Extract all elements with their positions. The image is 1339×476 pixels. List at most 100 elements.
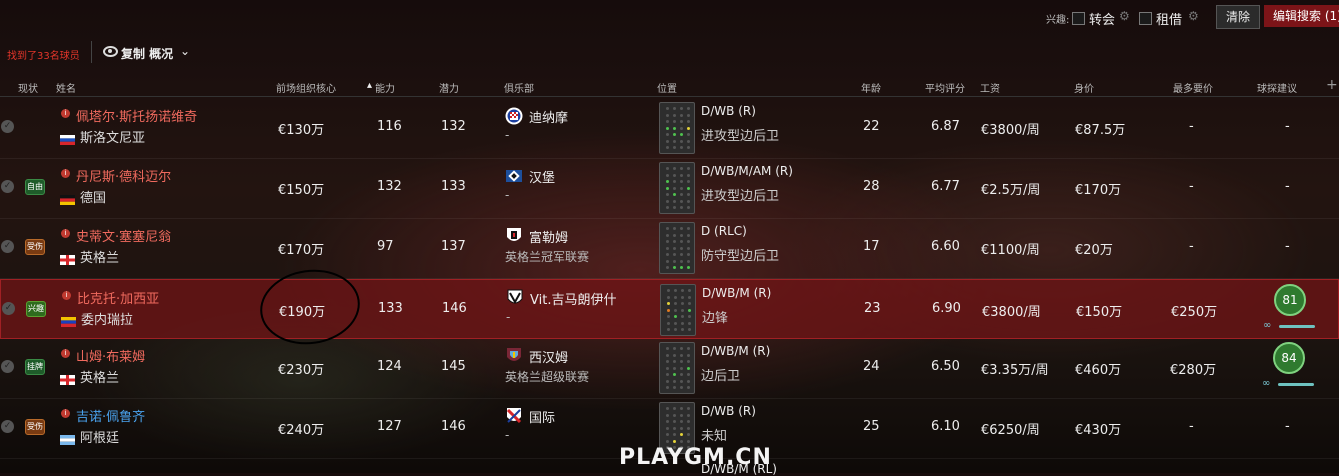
info-icon[interactable]: i bbox=[61, 349, 70, 358]
table-row[interactable]: ✓ i 佩塔尔·斯托扬诺维奇 斯洛文尼亚 €130万 116 132 迪纳摩 - D/WB (R)… bbox=[0, 98, 1339, 159]
player-name-link[interactable]: 佩塔尔·斯托扬诺维奇 bbox=[76, 106, 197, 125]
table-row[interactable]: ✓ 兴趣 i 比克托·加西亚 委内瑞拉 €190万 133 146 Vit.吉马朗伊什 - D/WB… bbox=[0, 279, 1339, 339]
position-dot bbox=[666, 120, 669, 123]
player-name-link[interactable]: 吉诺·佩鲁齐 bbox=[76, 406, 145, 425]
header-ability[interactable]: 能力 bbox=[375, 80, 395, 95]
player-name-link[interactable]: 史蒂文·塞塞尼翁 bbox=[76, 226, 171, 245]
club-name-link[interactable]: 富勒姆 bbox=[529, 227, 568, 246]
view-selector[interactable]: 复制 概况 bbox=[121, 45, 173, 62]
position-dot bbox=[680, 379, 683, 383]
position-dot bbox=[680, 439, 683, 443]
position-dot bbox=[673, 240, 676, 243]
table-row[interactable]: ✓ 受伤 i 史蒂文·塞塞尼翁 英格兰 €170万 97 137 富勒姆 英格兰冠军联赛 D (RL… bbox=[0, 218, 1339, 279]
header-status[interactable]: 现状 bbox=[18, 80, 38, 95]
nationality[interactable]: 委内瑞拉 bbox=[81, 309, 133, 328]
league-name[interactable]: 英格兰冠军联赛 bbox=[505, 248, 589, 265]
eye-icon[interactable] bbox=[103, 46, 118, 57]
header-position[interactable]: 位置 bbox=[657, 80, 677, 95]
header-asking-price[interactable]: 最多要价 bbox=[1173, 80, 1213, 95]
club-name-link[interactable]: Vit.吉马朗伊什 bbox=[530, 289, 616, 308]
nationality[interactable]: 德国 bbox=[80, 187, 106, 206]
check-icon[interactable]: ✓ bbox=[1, 360, 14, 373]
position-dot bbox=[687, 120, 690, 123]
gear-icon[interactable]: ⚙ bbox=[1119, 9, 1130, 23]
sort-asc-icon[interactable]: ▴ bbox=[367, 80, 372, 91]
rating-value: 6.90 bbox=[932, 301, 961, 316]
club-name-link[interactable]: 西汉姆 bbox=[529, 347, 568, 366]
header-club[interactable]: 俱乐部 bbox=[504, 80, 534, 95]
player-name-link[interactable]: 比克托·加西亚 bbox=[77, 288, 159, 307]
league-name[interactable]: - bbox=[505, 428, 509, 442]
header-scout-rec[interactable]: 球探建议 bbox=[1257, 80, 1297, 95]
league-name[interactable]: - bbox=[505, 188, 509, 202]
info-icon[interactable]: i bbox=[62, 291, 71, 300]
header-potential[interactable]: 潜力 bbox=[439, 80, 459, 95]
position-dot bbox=[674, 295, 677, 299]
nationality[interactable]: 斯洛文尼亚 bbox=[80, 127, 145, 146]
edit-search-button[interactable]: 编辑搜索 (1) bbox=[1264, 5, 1339, 27]
scout-rating-badge[interactable]: 81 bbox=[1274, 284, 1306, 316]
ability-value: 116 bbox=[377, 119, 402, 134]
position-dot bbox=[673, 206, 676, 209]
header-wage[interactable]: 工资 bbox=[980, 80, 1000, 95]
position-dot bbox=[667, 321, 670, 325]
header-name[interactable]: 姓名 bbox=[56, 80, 76, 95]
header-value[interactable]: 身价 bbox=[1074, 80, 1094, 95]
league-name[interactable]: - bbox=[506, 310, 510, 324]
header-avg-rating[interactable]: 平均评分 bbox=[925, 80, 965, 95]
position-dot bbox=[666, 113, 669, 117]
position-dot bbox=[680, 193, 683, 196]
club-crest-icon bbox=[505, 347, 523, 365]
position-dot bbox=[673, 180, 676, 183]
position-dot bbox=[673, 266, 676, 269]
position-dot bbox=[666, 379, 669, 383]
position-dot bbox=[673, 199, 676, 203]
nationality[interactable]: 英格兰 bbox=[80, 367, 119, 386]
header-playmaker[interactable]: 前场组织核心 bbox=[276, 80, 336, 95]
check-icon[interactable]: ✓ bbox=[2, 302, 15, 315]
league-name[interactable]: - bbox=[505, 128, 509, 142]
club-crest-icon bbox=[505, 407, 523, 425]
info-icon[interactable]: i bbox=[61, 229, 70, 238]
clear-button[interactable]: 清除 bbox=[1216, 5, 1260, 29]
player-name-link[interactable]: 山姆·布莱姆 bbox=[76, 346, 145, 365]
position-dot bbox=[666, 246, 669, 250]
status-badge: 受伤 bbox=[25, 419, 45, 435]
check-icon[interactable]: ✓ bbox=[1, 420, 14, 433]
potential-value: 145 bbox=[441, 359, 466, 374]
league-name[interactable]: 英格兰超级联赛 bbox=[505, 368, 589, 385]
header-age[interactable]: 年龄 bbox=[861, 80, 881, 95]
player-name-link[interactable]: 丹尼斯·德科迈尔 bbox=[76, 166, 171, 185]
position-dot bbox=[680, 180, 683, 183]
position-dot bbox=[680, 186, 683, 190]
info-icon[interactable]: i bbox=[61, 409, 70, 418]
position-dot bbox=[687, 439, 690, 443]
add-column-icon[interactable]: + bbox=[1326, 77, 1338, 93]
role-text: 边锋 bbox=[702, 311, 729, 326]
transfer-checkbox[interactable] bbox=[1072, 12, 1085, 25]
table-row[interactable]: ✓ 挂牌 i 山姆·布莱姆 英格兰 €230万 124 145 西汉姆 英格兰超级联赛 D/WB/M… bbox=[0, 338, 1339, 399]
nationality[interactable]: 阿根廷 bbox=[80, 427, 119, 446]
info-icon[interactable]: i bbox=[61, 109, 70, 118]
table-row[interactable]: ✓ 自由 i 丹尼斯·德科迈尔 德国 €150万 132 133 汉堡 - D/WB/M/AM (R… bbox=[0, 158, 1339, 219]
asking-price-value: €250万 bbox=[1171, 305, 1218, 320]
binoculars-icon[interactable]: ∞ bbox=[1263, 320, 1271, 331]
scout-rating-badge[interactable]: 84 bbox=[1273, 342, 1305, 374]
nationality[interactable]: 英格兰 bbox=[80, 247, 119, 266]
role-text: 进攻型边后卫 bbox=[701, 129, 780, 144]
gear-icon[interactable]: ⚙ bbox=[1188, 9, 1199, 23]
position-dot bbox=[666, 253, 669, 256]
rating-value: 6.87 bbox=[931, 119, 960, 134]
club-crest-icon bbox=[505, 107, 523, 125]
loan-checkbox[interactable] bbox=[1139, 12, 1152, 25]
chevron-down-icon[interactable]: ⌄ bbox=[180, 44, 190, 58]
binoculars-icon[interactable]: ∞ bbox=[1262, 378, 1270, 389]
check-icon[interactable]: ✓ bbox=[1, 180, 14, 193]
position-dot bbox=[680, 266, 683, 269]
check-icon[interactable]: ✓ bbox=[1, 240, 14, 253]
check-icon[interactable]: ✓ bbox=[1, 120, 14, 133]
club-name-link[interactable]: 汉堡 bbox=[529, 167, 555, 186]
club-name-link[interactable]: 国际 bbox=[529, 407, 555, 426]
info-icon[interactable]: i bbox=[61, 169, 70, 178]
club-name-link[interactable]: 迪纳摩 bbox=[529, 107, 568, 126]
